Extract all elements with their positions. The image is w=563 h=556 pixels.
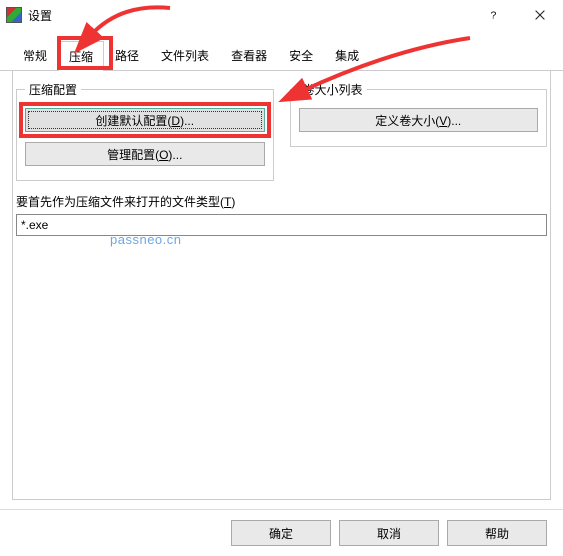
tab-filelist[interactable]: 文件列表 (150, 40, 220, 70)
file-type-label: 要首先作为压缩文件来打开的文件类型(T) (16, 193, 547, 210)
tab-bar: 常规 压缩 路径 文件列表 查看器 安全 集成 (0, 40, 563, 71)
tab-security[interactable]: 安全 (278, 40, 324, 70)
cancel-button[interactable]: 取消 (339, 520, 439, 546)
manage-config-button[interactable]: 管理配置(O)... (25, 142, 265, 166)
window-title: 设置 (28, 7, 52, 24)
annotation-button-highlight: 创建默认配置(D)... (19, 102, 271, 138)
close-button[interactable] (517, 0, 563, 30)
titlebar: 设置 ? (0, 0, 563, 30)
tab-integration[interactable]: 集成 (324, 40, 370, 70)
group-volume-list: 卷大小列表 定义卷大小(V)... (290, 81, 548, 147)
group-compress-config-legend: 压缩配置 (25, 81, 81, 98)
app-icon (6, 7, 22, 23)
tab-compression[interactable]: 压缩 (58, 41, 104, 71)
file-type-input[interactable] (16, 214, 547, 236)
help-button[interactable]: ? (471, 0, 517, 30)
group-volume-list-legend: 卷大小列表 (299, 81, 367, 98)
footer-separator (0, 509, 563, 510)
help-footer-button[interactable]: 帮助 (447, 520, 547, 546)
create-default-config-button[interactable]: 创建默认配置(D)... (25, 108, 265, 132)
dialog-footer: 确定 取消 帮助 (231, 520, 547, 546)
define-volume-size-button[interactable]: 定义卷大小(V)... (299, 108, 539, 132)
svg-text:?: ? (491, 10, 497, 22)
tab-panel: 压缩配置 创建默认配置(D)... 管理配置(O)... 卷大小列表 定义卷大小… (0, 71, 563, 236)
tab-viewer[interactable]: 查看器 (220, 40, 278, 70)
tab-general[interactable]: 常规 (12, 40, 58, 70)
ok-button[interactable]: 确定 (231, 520, 331, 546)
tab-path[interactable]: 路径 (104, 40, 150, 70)
group-compress-config: 压缩配置 创建默认配置(D)... 管理配置(O)... (16, 81, 274, 181)
